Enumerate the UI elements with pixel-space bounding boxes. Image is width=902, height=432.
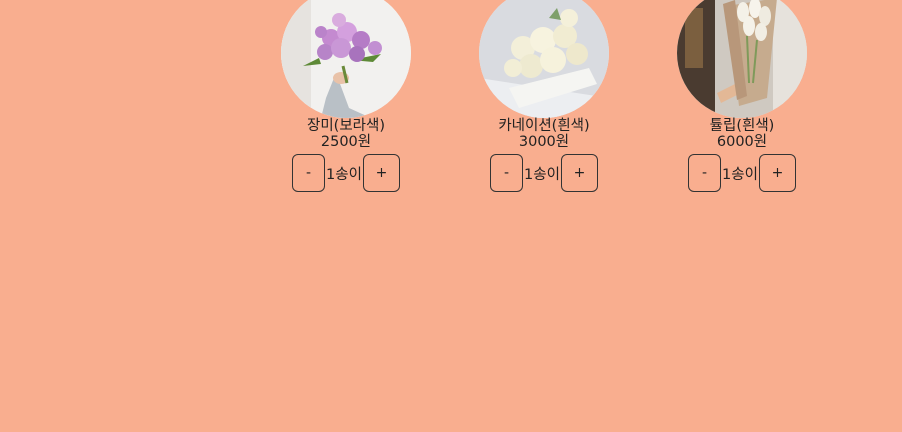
product-card: 카네이션(흰색) 3000원 - 1송이 + [474,0,614,192]
product-name: 튤립(흰색) [709,118,775,134]
decrease-quantity-button[interactable]: - [490,154,524,192]
quantity-value: 1송이 [524,166,560,183]
product-card: 튤립(흰색) 6000원 - 1송이 + [672,0,812,192]
quantity-stepper: - 1송이 + [490,154,598,192]
quantity-stepper: - 1송이 + [292,154,400,192]
increase-quantity-button[interactable]: + [758,154,796,192]
product-image-white-tulip [677,0,807,118]
quantity-value: 1송이 [326,166,362,183]
decrease-quantity-button[interactable]: - [688,154,722,192]
decrease-quantity-button[interactable]: - [292,154,326,192]
increase-quantity-button[interactable]: + [560,154,598,192]
quantity-value: 1송이 [722,166,758,183]
product-name: 카네이션(흰색) [498,118,590,134]
product-price: 2500원 [320,134,372,150]
product-image-white-carnation [479,0,609,118]
increase-quantity-button[interactable]: + [362,154,400,192]
product-price: 3000원 [518,134,570,150]
quantity-stepper: - 1송이 + [688,154,796,192]
product-name: 장미(보라색) [306,118,385,134]
product-card: 장미(보라색) 2500원 - 1송이 + [276,0,416,192]
product-price: 6000원 [716,134,768,150]
product-image-purple-rose [281,0,411,118]
